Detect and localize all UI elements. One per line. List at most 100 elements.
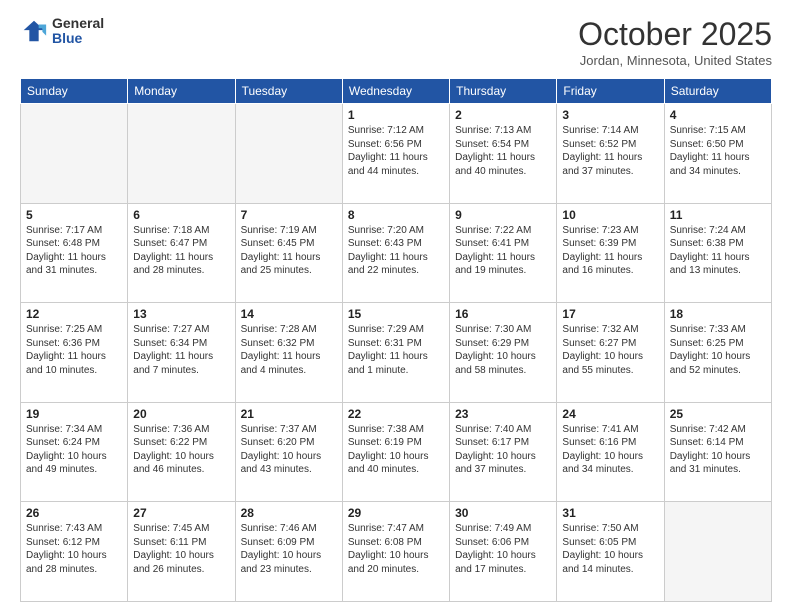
- day-number: 24: [562, 407, 658, 421]
- month-title: October 2025: [578, 16, 772, 53]
- table-cell: 3Sunrise: 7:14 AMSunset: 6:52 PMDaylight…: [557, 104, 664, 204]
- title-section: October 2025 Jordan, Minnesota, United S…: [578, 16, 772, 68]
- table-cell: 27 Sunrise: 7:45 AMSunset: 6:11 PMDayligh…: [128, 502, 235, 602]
- day-number: 18: [670, 307, 766, 321]
- day-number: 31: [562, 506, 658, 520]
- day-number: 30: [455, 506, 551, 520]
- day-info: Sunrise: 7:20 AMSunset: 6:43 PMDaylight:…: [348, 224, 444, 278]
- table-cell: 10Sunrise: 7:23 AMSunset: 6:39 PMDayligh…: [557, 203, 664, 303]
- day-info: Sunrise: 7:42 AMSunset: 6:14 PMDaylight:…: [670, 423, 766, 477]
- day-number: 15: [348, 307, 444, 321]
- calendar: Sunday Monday Tuesday Wednesday Thursday…: [20, 78, 772, 602]
- day-info: Sunrise: 7:36 AMSunset: 6:22 PMDaylight:…: [133, 423, 229, 477]
- day-info: Sunrise: 7:25 AMSunset: 6:36 PMDaylight:…: [26, 323, 122, 377]
- page: General Blue October 2025 Jordan, Minnes…: [0, 0, 792, 612]
- day-info: Sunrise: 7:14 AMSunset: 6:52 PMDaylight:…: [562, 124, 658, 178]
- header: General Blue October 2025 Jordan, Minnes…: [20, 16, 772, 68]
- day-info: Sunrise: 7:18 AMSunset: 6:47 PMDaylight:…: [133, 224, 229, 278]
- table-cell: 29 Sunrise: 7:47 AMSunset: 6:08 PMDayligh…: [342, 502, 449, 602]
- day-number: 2: [455, 108, 551, 122]
- table-cell: [235, 104, 342, 204]
- table-cell: 17 Sunrise: 7:32 AMSunset: 6:27 PMDayligh…: [557, 303, 664, 403]
- col-saturday: Saturday: [664, 79, 771, 104]
- day-number: 7: [241, 208, 337, 222]
- day-info: Sunrise: 7:50 AMSunset: 6:05 PMDaylight:…: [562, 522, 658, 576]
- day-number: 6: [133, 208, 229, 222]
- day-info: Sunrise: 7:37 AMSunset: 6:20 PMDaylight:…: [241, 423, 337, 477]
- week-row-3: 12Sunrise: 7:25 AMSunset: 6:36 PMDayligh…: [21, 303, 772, 403]
- day-number: 11: [670, 208, 766, 222]
- day-info: Sunrise: 7:47 AMSunset: 6:08 PMDaylight:…: [348, 522, 444, 576]
- day-info: Sunrise: 7:22 AMSunset: 6:41 PMDaylight:…: [455, 224, 551, 278]
- day-number: 22: [348, 407, 444, 421]
- day-info: Sunrise: 7:13 AMSunset: 6:54 PMDaylight:…: [455, 124, 551, 178]
- table-cell: 7 Sunrise: 7:19 AMSunset: 6:45 PMDaylight…: [235, 203, 342, 303]
- day-number: 17: [562, 307, 658, 321]
- table-cell: 1 Sunrise: 7:12 AMSunset: 6:56 PMDaylight…: [342, 104, 449, 204]
- table-cell: 12Sunrise: 7:25 AMSunset: 6:36 PMDayligh…: [21, 303, 128, 403]
- day-number: 27: [133, 506, 229, 520]
- logo-icon: [20, 17, 48, 45]
- day-info: Sunrise: 7:30 AMSunset: 6:29 PMDaylight:…: [455, 323, 551, 377]
- day-number: 28: [241, 506, 337, 520]
- table-cell: 25 Sunrise: 7:42 AMSunset: 6:14 PMDayligh…: [664, 402, 771, 502]
- day-info: Sunrise: 7:45 AMSunset: 6:11 PMDaylight:…: [133, 522, 229, 576]
- calendar-header-row: Sunday Monday Tuesday Wednesday Thursday…: [21, 79, 772, 104]
- table-cell: 19 Sunrise: 7:34 AMSunset: 6:24 PMDayligh…: [21, 402, 128, 502]
- day-number: 5: [26, 208, 122, 222]
- table-cell: 16Sunrise: 7:30 AMSunset: 6:29 PMDayligh…: [450, 303, 557, 403]
- day-info: Sunrise: 7:41 AMSunset: 6:16 PMDaylight:…: [562, 423, 658, 477]
- week-row-1: 1 Sunrise: 7:12 AMSunset: 6:56 PMDaylight…: [21, 104, 772, 204]
- day-info: Sunrise: 7:46 AMSunset: 6:09 PMDaylight:…: [241, 522, 337, 576]
- table-cell: 13 Sunrise: 7:27 AMSunset: 6:34 PMDayligh…: [128, 303, 235, 403]
- col-thursday: Thursday: [450, 79, 557, 104]
- logo-blue-label: Blue: [52, 31, 104, 46]
- day-number: 13: [133, 307, 229, 321]
- day-number: 20: [133, 407, 229, 421]
- day-number: 25: [670, 407, 766, 421]
- table-cell: 11 Sunrise: 7:24 AMSunset: 6:38 PMDayligh…: [664, 203, 771, 303]
- day-info: Sunrise: 7:38 AMSunset: 6:19 PMDaylight:…: [348, 423, 444, 477]
- day-info: Sunrise: 7:33 AMSunset: 6:25 PMDaylight:…: [670, 323, 766, 377]
- col-wednesday: Wednesday: [342, 79, 449, 104]
- day-info: Sunrise: 7:43 AMSunset: 6:12 PMDaylight:…: [26, 522, 122, 576]
- day-info: Sunrise: 7:23 AMSunset: 6:39 PMDaylight:…: [562, 224, 658, 278]
- table-cell: 23Sunrise: 7:40 AMSunset: 6:17 PMDayligh…: [450, 402, 557, 502]
- col-sunday: Sunday: [21, 79, 128, 104]
- table-cell: 5 Sunrise: 7:17 AMSunset: 6:48 PMDaylight…: [21, 203, 128, 303]
- col-friday: Friday: [557, 79, 664, 104]
- day-info: Sunrise: 7:17 AMSunset: 6:48 PMDaylight:…: [26, 224, 122, 278]
- day-info: Sunrise: 7:34 AMSunset: 6:24 PMDaylight:…: [26, 423, 122, 477]
- table-cell: 20 Sunrise: 7:36 AMSunset: 6:22 PMDayligh…: [128, 402, 235, 502]
- location: Jordan, Minnesota, United States: [578, 53, 772, 68]
- day-number: 9: [455, 208, 551, 222]
- table-cell: 30 Sunrise: 7:49 AMSunset: 6:06 PMDayligh…: [450, 502, 557, 602]
- day-number: 23: [455, 407, 551, 421]
- day-info: Sunrise: 7:12 AMSunset: 6:56 PMDaylight:…: [348, 124, 444, 178]
- table-cell: 18 Sunrise: 7:33 AMSunset: 6:25 PMDayligh…: [664, 303, 771, 403]
- table-cell: 8Sunrise: 7:20 AMSunset: 6:43 PMDaylight…: [342, 203, 449, 303]
- day-info: Sunrise: 7:32 AMSunset: 6:27 PMDaylight:…: [562, 323, 658, 377]
- day-number: 1: [348, 108, 444, 122]
- day-info: Sunrise: 7:24 AMSunset: 6:38 PMDaylight:…: [670, 224, 766, 278]
- day-number: 4: [670, 108, 766, 122]
- day-number: 26: [26, 506, 122, 520]
- table-cell: 24 Sunrise: 7:41 AMSunset: 6:16 PMDayligh…: [557, 402, 664, 502]
- day-info: Sunrise: 7:28 AMSunset: 6:32 PMDaylight:…: [241, 323, 337, 377]
- logo-text: General Blue: [52, 16, 104, 47]
- week-row-5: 26 Sunrise: 7:43 AMSunset: 6:12 PMDayligh…: [21, 502, 772, 602]
- day-info: Sunrise: 7:49 AMSunset: 6:06 PMDaylight:…: [455, 522, 551, 576]
- table-cell: 15Sunrise: 7:29 AMSunset: 6:31 PMDayligh…: [342, 303, 449, 403]
- day-info: Sunrise: 7:19 AMSunset: 6:45 PMDaylight:…: [241, 224, 337, 278]
- logo: General Blue: [20, 16, 104, 47]
- table-cell: 2 Sunrise: 7:13 AMSunset: 6:54 PMDaylight…: [450, 104, 557, 204]
- day-number: 29: [348, 506, 444, 520]
- table-cell: 22 Sunrise: 7:38 AMSunset: 6:19 PMDayligh…: [342, 402, 449, 502]
- table-cell: 14Sunrise: 7:28 AMSunset: 6:32 PMDayligh…: [235, 303, 342, 403]
- day-info: Sunrise: 7:27 AMSunset: 6:34 PMDaylight:…: [133, 323, 229, 377]
- table-cell: 6 Sunrise: 7:18 AMSunset: 6:47 PMDaylight…: [128, 203, 235, 303]
- col-monday: Monday: [128, 79, 235, 104]
- col-tuesday: Tuesday: [235, 79, 342, 104]
- day-number: 19: [26, 407, 122, 421]
- table-cell: 31 Sunrise: 7:50 AMSunset: 6:05 PMDayligh…: [557, 502, 664, 602]
